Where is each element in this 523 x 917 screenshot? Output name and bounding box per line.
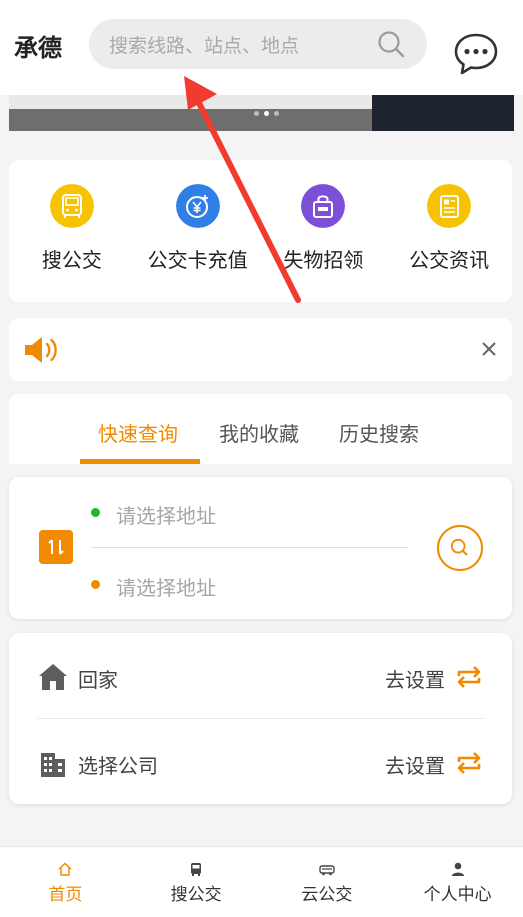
swap-icon[interactable] (39, 530, 73, 564)
bus-search-icon (49, 184, 94, 228)
header: 承德 搜索线路、站点、地点 (0, 0, 523, 95)
route-search-icon[interactable] (437, 525, 483, 571)
shortcut-home-row[interactable]: 回家 去设置 (9, 633, 512, 718)
close-icon[interactable] (480, 340, 498, 358)
nav-search-bus[interactable]: 搜公交 (131, 847, 262, 917)
carousel-dot (254, 111, 259, 116)
end-dot (91, 580, 100, 589)
route-query-card: 请选择地址 请选择地址 (9, 477, 512, 619)
nav-cloud-bus[interactable]: 云公交 (262, 847, 393, 917)
lost-found-bag-icon (301, 184, 346, 228)
route-divider (91, 547, 409, 548)
carousel-dot (274, 111, 279, 116)
menu-item-card-recharge[interactable]: 公交卡充值 (135, 160, 261, 302)
home-icon (39, 664, 67, 690)
menu-item-search-bus[interactable]: 搜公交 (9, 160, 135, 302)
banner-image-right (372, 95, 514, 131)
yuan-recharge-icon (175, 184, 220, 228)
search-bar[interactable]: 搜索线路、站点、地点 (89, 19, 427, 69)
bottom-navigation: 首页 搜公交 云公交 个人中心 (0, 846, 523, 917)
message-icon[interactable] (453, 32, 499, 76)
menu-label: 搜公交 (41, 248, 102, 272)
speaker-icon (25, 337, 57, 363)
home-nav-icon (58, 862, 72, 876)
start-address-input[interactable]: 请选择地址 (116, 500, 216, 529)
person-nav-icon (451, 862, 464, 876)
nav-home[interactable]: 首页 (0, 847, 131, 917)
notice-bar[interactable] (9, 318, 512, 381)
loop-arrows-icon[interactable] (454, 751, 484, 775)
bus-nav-icon (191, 863, 202, 876)
nav-label: 云公交 (301, 885, 353, 905)
menu-label: 公交卡充值 (147, 248, 248, 272)
banner-carousel[interactable] (9, 95, 514, 131)
quick-menu: 搜公交 公交卡充值 失物招领 公交资讯 (9, 160, 512, 302)
menu-item-lost-found[interactable]: 失物招领 (261, 160, 387, 302)
end-address-input[interactable]: 请选择地址 (116, 572, 216, 601)
banner-image-top (9, 95, 372, 109)
nav-label: 个人中心 (423, 885, 492, 905)
city-selector[interactable]: 承德 (14, 28, 62, 63)
shortcut-card: 回家 去设置 选择公司 去设置 (9, 633, 512, 804)
carousel-dot-active (264, 111, 269, 116)
shortcut-label: 选择公司 (78, 754, 158, 778)
loop-arrows-icon[interactable] (454, 665, 484, 689)
nav-label: 搜公交 (170, 885, 222, 905)
search-placeholder: 搜索线路、站点、地点 (109, 35, 300, 57)
search-icon[interactable] (377, 30, 405, 58)
menu-label: 公交资讯 (409, 248, 490, 272)
menu-item-bus-news[interactable]: 公交资讯 (386, 160, 512, 302)
nav-label: 首页 (48, 885, 83, 905)
start-dot (91, 508, 100, 517)
query-tabs: 快速查询 我的收藏 历史搜索 (9, 394, 512, 464)
shortcut-company-row[interactable]: 选择公司 去设置 (9, 719, 512, 804)
tab-history[interactable]: 历史搜索 (339, 418, 419, 447)
set-home-link[interactable]: 去设置 (385, 664, 445, 693)
tab-favorites[interactable]: 我的收藏 (219, 418, 299, 447)
building-icon (41, 753, 65, 777)
menu-label: 失物招领 (283, 248, 364, 272)
set-company-link[interactable]: 去设置 (385, 750, 445, 779)
news-icon (427, 184, 472, 228)
shortcut-label: 回家 (78, 668, 118, 692)
cloud-bus-nav-icon (319, 865, 335, 876)
carousel-dots (254, 111, 279, 116)
active-tab-indicator (80, 459, 200, 464)
nav-profile[interactable]: 个人中心 (392, 847, 523, 917)
tab-quick-query[interactable]: 快速查询 (98, 418, 178, 447)
